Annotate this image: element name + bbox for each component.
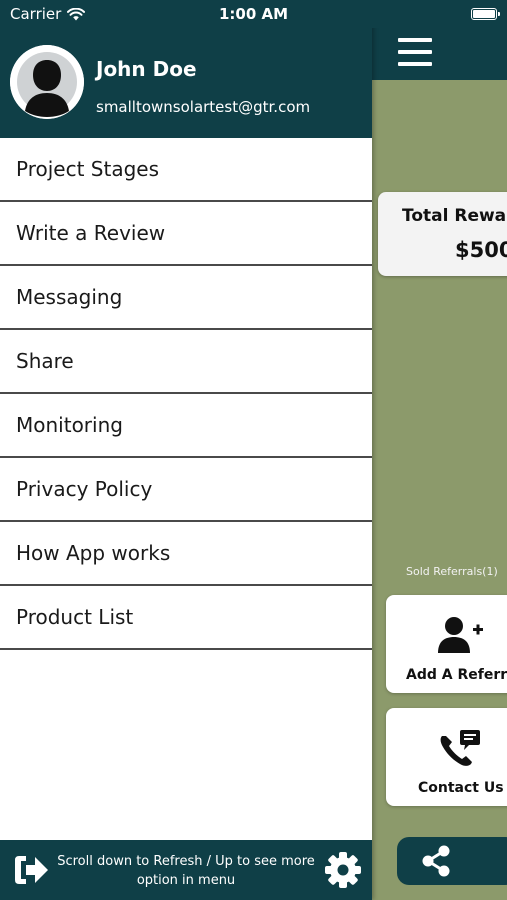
user-name: John Doe [96, 57, 197, 81]
contact-us-button[interactable]: Contact Us [386, 708, 507, 806]
rewards-title: Total Rewar [402, 206, 507, 226]
menu-item-how-app-works[interactable]: How App works [0, 522, 372, 586]
drawer-footer: Scroll down to Refresh / Up to see more … [0, 840, 372, 900]
menu-item-messaging[interactable]: Messaging [0, 266, 372, 330]
user-email: smalltownsolartest@gtr.com [96, 98, 311, 116]
share-icon [422, 845, 450, 877]
gear-icon[interactable] [324, 851, 362, 889]
add-referral-label: Add A Referra [406, 667, 507, 683]
add-referral-button[interactable]: Add A Referra [386, 595, 507, 693]
total-rewards-card[interactable]: Total Rewar $500 [378, 192, 507, 276]
menu-item-monitoring[interactable]: Monitoring [0, 394, 372, 458]
menu-item-product-list[interactable]: Product List [0, 586, 372, 650]
rewards-value: $500 [455, 238, 507, 262]
add-user-icon [438, 617, 483, 653]
status-bar: Carrier 1:00 AM [0, 0, 507, 28]
menu-item-privacy-policy[interactable]: Privacy Policy [0, 458, 372, 522]
menu-item-share[interactable]: Share [0, 330, 372, 394]
contact-us-label: Contact Us [418, 780, 504, 796]
menu-item-write-review[interactable]: Write a Review [0, 202, 372, 266]
navigation-drawer: John Doe smalltownsolartest@gtr.com Proj… [0, 0, 372, 900]
logout-icon[interactable] [12, 852, 50, 888]
phone-message-icon [440, 730, 480, 766]
user-avatar-icon[interactable] [10, 45, 84, 119]
drawer-menu: Project Stages Write a Review Messaging … [0, 138, 372, 650]
menu-item-project-stages[interactable]: Project Stages [0, 138, 372, 202]
battery-icon [471, 8, 500, 20]
footer-hint-text: Scroll down to Refresh / Up to see more … [57, 854, 315, 888]
status-time: 1:00 AM [218, 5, 289, 23]
app-top-bar [372, 28, 507, 80]
hamburger-menu-icon[interactable] [398, 38, 432, 66]
sold-referrals-label[interactable]: Sold Referrals(1) [406, 565, 498, 578]
share-button[interactable] [397, 837, 507, 885]
